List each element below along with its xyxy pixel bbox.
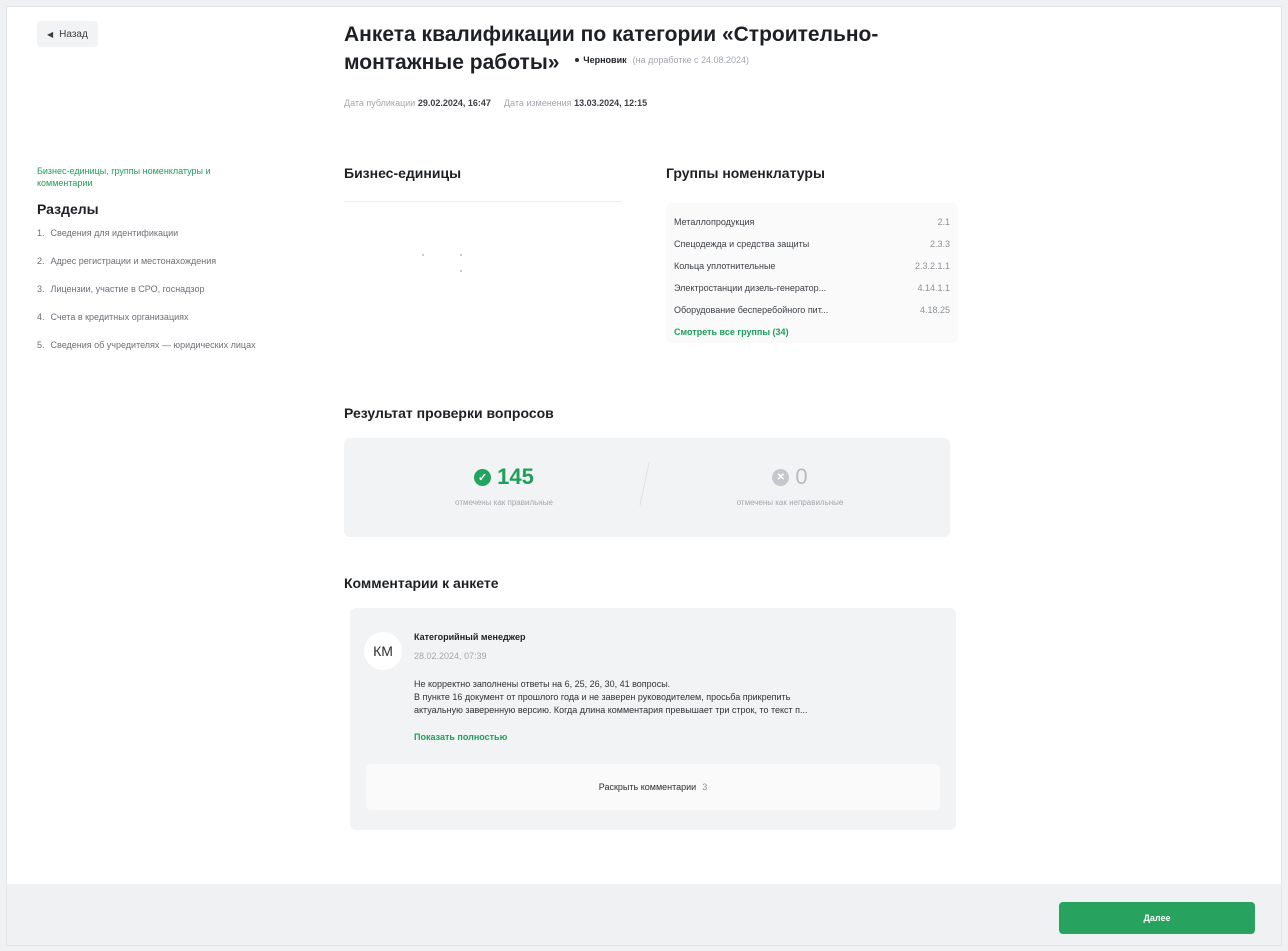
sidebar-item-label: Лицензии, участие в СРО, госнадзор	[50, 284, 205, 294]
comment-line: Не корректно заполнены ответы на 6, 25, …	[414, 679, 671, 689]
row-code: 4.14.1.1	[917, 283, 950, 293]
sidebar-item-num: 2.	[37, 256, 45, 266]
next-button[interactable]: Далее	[1059, 902, 1255, 934]
row-name: Кольца уплотнительные	[674, 261, 776, 271]
correct-label: отмечены как правильные	[455, 498, 553, 507]
sidebar-item-identification[interactable]: 1. Сведения для идентификации	[37, 227, 287, 239]
sidebar-item-num: 4.	[37, 312, 45, 322]
sidebar-item-label: Сведения об учредителях — юридических ли…	[50, 340, 256, 350]
back-button[interactable]: ◀ Назад	[37, 21, 98, 47]
nomenclature-heading: Группы номенклатуры	[666, 165, 825, 181]
comment-line: актуальную заверенную версию. Когда длин…	[414, 705, 808, 715]
incorrect-label: отмечены как неправильные	[736, 498, 844, 507]
row-code: 2.3.3	[929, 239, 950, 249]
expand-comments-button[interactable]: Раскрыть комментарии 3	[366, 764, 940, 810]
sidebar-item-num: 3.	[37, 284, 45, 294]
sidebar-item-label: Адрес регистрации и местонахождения	[50, 256, 217, 266]
page: ◀ Назад Анкета квалификации по категории…	[6, 6, 1282, 946]
business-units-heading: Бизнес-единицы	[344, 165, 462, 181]
row-code: 4.18.25	[919, 305, 950, 315]
sidebar: Бизнес-единицы, группы номенклатуры и ко…	[37, 165, 297, 367]
status-label: Черновик	[583, 55, 627, 66]
page-title: Анкета квалификации по категории «Строит…	[344, 21, 964, 77]
sidebar-item-accounts[interactable]: 4. Счета в кредитных организациях	[37, 311, 287, 323]
modified-label: Дата изменения	[503, 98, 572, 108]
row-code: 2.3.2.1.1	[914, 261, 950, 271]
check-circle-icon: ✓	[474, 468, 492, 486]
loading-placeholder	[344, 202, 624, 292]
sidebar-item-address[interactable]: 2. Адрес регистрации и местонахождения	[37, 255, 287, 267]
footer-bar: Далее	[7, 884, 1281, 945]
comments-heading: Комментарии к анкете	[344, 575, 499, 591]
table-row: Металлопродукция 2.1	[674, 211, 950, 233]
row-name: Металлопродукция	[674, 217, 755, 227]
expand-label: Раскрыть комментарии	[598, 782, 697, 792]
sidebar-item-label: Сведения для идентификации	[50, 228, 179, 238]
chevron-left-icon: ◀	[47, 29, 54, 39]
published-value: 29.02.2024, 16:47	[417, 98, 491, 108]
sidebar-heading: Разделы	[37, 201, 99, 217]
sidebar-item-founders[interactable]: 5. Сведения об учредителях — юридических …	[37, 339, 287, 351]
table-row: Электростанции дизель-генератор... 4.14.1…	[674, 277, 950, 299]
table-row: Спецодежда и средства защиты 2.3.3	[674, 233, 950, 255]
comment-line: В пункте 16 документ от прошлого года и …	[414, 692, 791, 702]
nomenclature-section: Группы номенклатуры Металлопродукция 2.1 …	[666, 165, 958, 343]
business-units-section: Бизнес-единицы	[344, 165, 624, 292]
sidebar-item-label: Счета в кредитных организациях	[50, 312, 189, 322]
correct-count: 145	[497, 464, 534, 489]
comments-count: 3	[702, 782, 708, 792]
comment-author: Категорийный менеджер	[414, 632, 526, 642]
row-name: Оборудование бесперебойного пит...	[674, 305, 829, 315]
modified-value: 13.03.2024, 12:15	[574, 98, 648, 108]
row-code: 2.1	[937, 217, 950, 227]
avatar: КМ	[364, 632, 402, 670]
meta-dates: Дата публикации 29.02.2024, 16:47 Дата и…	[344, 98, 647, 108]
status-note: (на доработке с 24.08.2024)	[632, 55, 750, 66]
correct-result: ✓ 145 отмечены как правильные	[384, 464, 624, 507]
show-full-link[interactable]: Показать полностью	[414, 732, 507, 742]
status-dot-icon	[575, 58, 580, 63]
sidebar-item-num: 5.	[37, 340, 45, 350]
back-label: Назад	[59, 28, 88, 40]
status-badge: Черновик (на доработке с 24.08.2024)	[575, 46, 749, 74]
divider	[639, 462, 650, 506]
results-panel: ✓ 145 отмечены как правильные ✕ 0 отмече…	[344, 438, 950, 537]
results-heading: Результат проверки вопросов	[344, 405, 554, 421]
nomenclature-table: Металлопродукция 2.1 Спецодежда и средств…	[666, 203, 958, 343]
comment-text: Не корректно заполнены ответы на 6, 25, …	[414, 678, 944, 717]
incorrect-count: 0	[795, 464, 808, 489]
table-row: Кольца уплотнительные 2.3.2.1.1	[674, 255, 950, 277]
view-all-groups-link[interactable]: Смотреть все группы (34)	[674, 327, 950, 337]
comment-card: КМ Категорийный менеджер 28.02.2024, 07:…	[350, 608, 956, 830]
table-row: Оборудование бесперебойного пит... 4.18.2…	[674, 299, 950, 321]
sidebar-item-num: 1.	[37, 228, 45, 238]
published-label: Дата публикации	[344, 98, 416, 108]
incorrect-result: ✕ 0 отмечены как неправильные	[670, 464, 910, 507]
sidebar-top-link[interactable]: Бизнес-единицы, группы номенклатуры и ко…	[37, 165, 267, 189]
row-name: Электростанции дизель-генератор...	[674, 283, 827, 293]
cross-circle-icon: ✕	[772, 468, 790, 486]
sections-list: 1. Сведения для идентификации 2. Адрес рег…	[37, 227, 297, 351]
comment-date: 28.02.2024, 07:39	[414, 651, 487, 661]
sidebar-item-licenses[interactable]: 3. Лицензии, участие в СРО, госнадзор	[37, 283, 287, 295]
row-name: Спецодежда и средства защиты	[674, 239, 810, 249]
page-header: ◀ Назад Анкета квалификации по категории…	[7, 7, 1281, 131]
